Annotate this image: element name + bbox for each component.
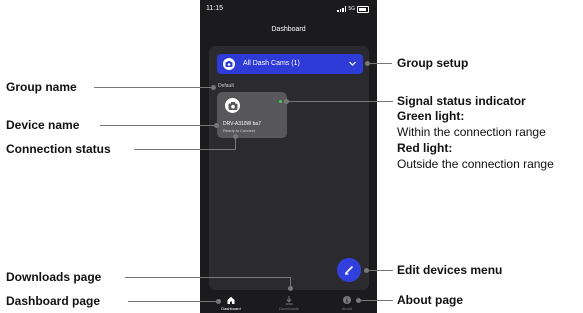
status-bar: 11:15 5G: [200, 0, 377, 18]
callout-edit-devices-menu: Edit devices menu: [397, 263, 503, 277]
callout-downloads-page: Downloads page: [6, 270, 102, 284]
cellular-signal-icon: [337, 6, 347, 12]
network-type: 5G: [348, 6, 355, 12]
callout-connection-status: Connection status: [6, 142, 111, 156]
camera-icon: [223, 58, 235, 70]
info-icon: [343, 296, 351, 304]
callout-about-page: About page: [397, 293, 463, 307]
callout-line: [367, 270, 393, 271]
callout-dot: [211, 85, 216, 90]
callout-red-light-title: Red light:: [397, 141, 453, 155]
bottom-tab-bar: Dashboard Downloads About: [200, 293, 377, 313]
battery-icon: [357, 5, 369, 13]
callout-dot: [216, 299, 221, 304]
tab-about[interactable]: About: [323, 293, 371, 313]
group-selector-dropdown[interactable]: All Dash Cams (1): [217, 54, 363, 74]
tab-dashboard-label: Dashboard: [221, 306, 241, 311]
signal-status-indicator: [279, 100, 282, 103]
callout-line: [125, 277, 291, 278]
device-name: DRV-A310W ba7: [223, 121, 261, 127]
status-indicators: 5G: [337, 5, 369, 13]
callout-line: [359, 300, 393, 301]
chevron-down-icon: [349, 61, 356, 66]
callout-group-name: Group name: [6, 80, 77, 94]
camera-icon: [225, 98, 240, 113]
callout-device-name: Device name: [6, 118, 80, 132]
tab-downloads[interactable]: Downloads: [265, 293, 313, 313]
device-card[interactable]: DRV-A310W ba7 Ready to Connect: [217, 92, 287, 138]
group-selector-label: All Dash Cams (1): [243, 60, 300, 67]
callout-dot: [288, 286, 293, 291]
callout-dashboard-page: Dashboard page: [6, 294, 101, 308]
tab-dashboard[interactable]: Dashboard: [207, 293, 255, 313]
callout-green-light-title: Green light:: [397, 109, 465, 123]
callout-line: [100, 125, 216, 126]
home-icon: [227, 296, 235, 304]
pencil-icon: [344, 266, 353, 275]
callout-line: [94, 87, 214, 88]
callout-line: [128, 301, 218, 302]
page-title: Dashboard: [271, 26, 306, 33]
callout-signal-status: Signal status indicator: [397, 94, 526, 108]
connection-status: Ready to Connect: [223, 128, 256, 133]
tab-about-label: About: [341, 306, 353, 311]
callout-red-light-desc: Outside the connection range: [397, 157, 554, 171]
edit-devices-button[interactable]: [337, 258, 361, 282]
tab-downloads-label: Downloads: [279, 306, 299, 311]
callout-line: [134, 149, 235, 150]
callout-dot: [233, 134, 238, 139]
download-icon: [285, 296, 293, 305]
callout-green-light-desc: Within the connection range: [397, 125, 546, 139]
callout-line: [368, 63, 392, 64]
status-time: 11:15: [206, 5, 223, 12]
callout-group-setup: Group setup: [397, 56, 469, 70]
callout-line: [287, 101, 393, 102]
callout-dot: [214, 123, 219, 128]
group-name: Default: [218, 83, 234, 89]
